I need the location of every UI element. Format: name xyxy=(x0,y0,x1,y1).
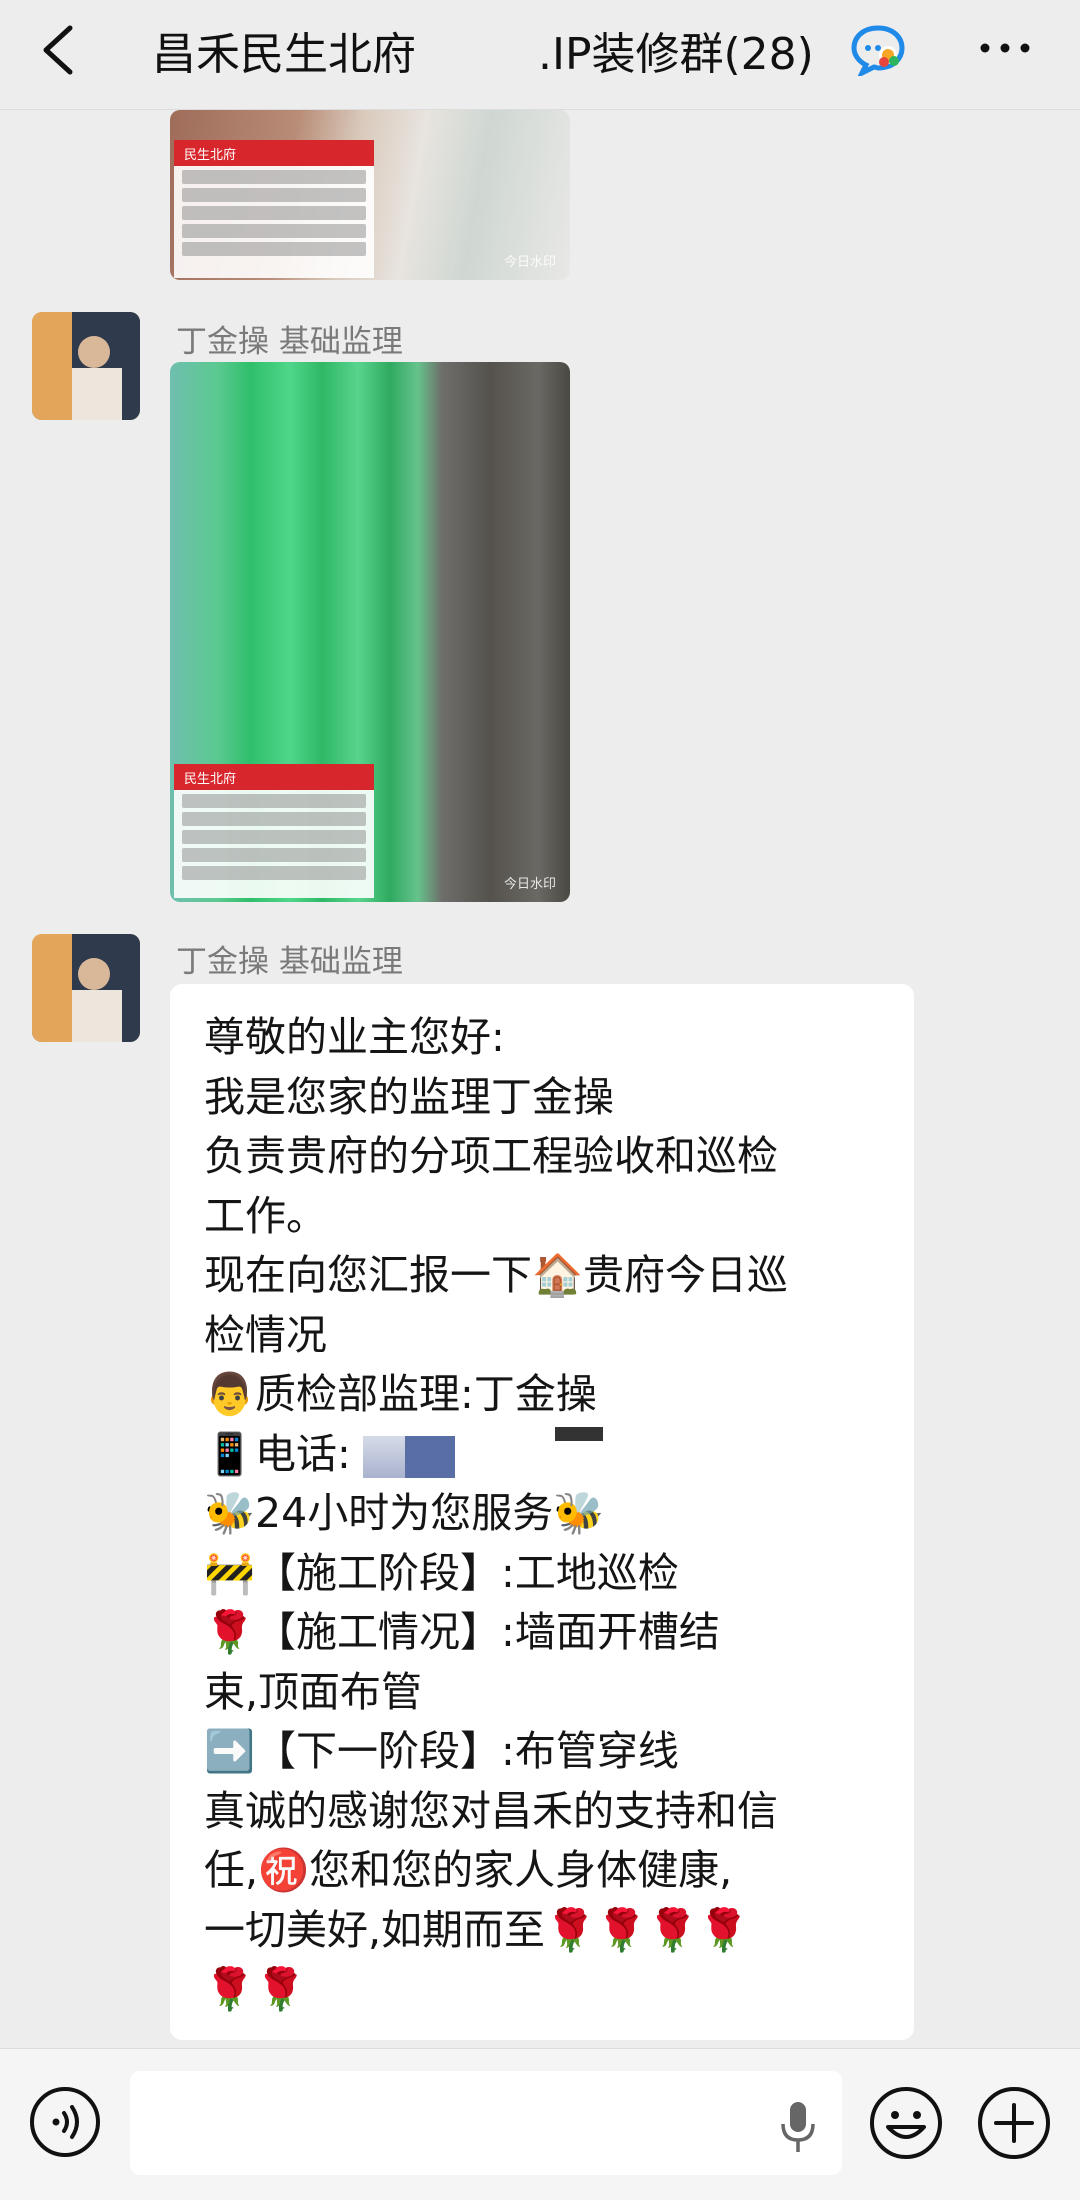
image-message[interactable]: 民生北府 今日水印 xyxy=(170,110,570,280)
text-message-bubble[interactable]: 尊敬的业主您好: 我是您家的监理丁金操 负责贵府的分项工程验收和巡检 工作。 现… xyxy=(170,984,914,2040)
chat-title: 昌禾民生北府 .IP装修群(28) xyxy=(152,20,902,80)
message-line: 👨质检部监理:丁金操 xyxy=(204,1370,597,1418)
redacted-area xyxy=(422,28,532,72)
image-watermark: 今日水印 xyxy=(503,255,556,270)
voice-input-icon[interactable] xyxy=(28,2085,102,2159)
chat-title-start: 昌禾民生北府 xyxy=(152,29,416,80)
chat-title-end: .IP装修群(28) xyxy=(538,29,814,80)
chevron-left-icon[interactable] xyxy=(36,20,82,80)
message-line: 🐝24小时为您服务🐝 xyxy=(204,1489,605,1537)
more-dots-icon[interactable] xyxy=(975,28,1035,68)
avatar[interactable] xyxy=(32,934,140,1042)
message-line: 📱电话: xyxy=(204,1429,351,1478)
message-line: 束,顶面布管 xyxy=(204,1667,423,1716)
chat-header: 昌禾民生北府 .IP装修群(28) xyxy=(0,0,1080,110)
message-line: 任,㊗️您和您的家人身体健康, xyxy=(204,1846,733,1894)
message-line: 检情况 xyxy=(204,1310,327,1359)
construction-label: 民生北府 xyxy=(174,140,374,278)
group-chat-badge-icon xyxy=(851,25,905,76)
message-line: 工作。 xyxy=(204,1191,327,1240)
construction-label: 民生北府 xyxy=(174,764,374,898)
image-message[interactable]: 民生北府 今日水印 xyxy=(170,362,570,902)
message-line: 尊敬的业主您好: xyxy=(204,1013,505,1061)
message-line: 🌹🌹 xyxy=(204,1965,307,2013)
microphone-icon[interactable] xyxy=(778,2100,818,2154)
phone-line: 📱电话: xyxy=(204,1425,880,1485)
message-line: 🌹【施工情况】:墙面开槽结 xyxy=(204,1608,720,1656)
input-bar xyxy=(0,2048,1080,2200)
redacted-area xyxy=(554,1426,603,1441)
avatar[interactable] xyxy=(32,312,140,420)
message-line: 我是您家的监理丁金操 xyxy=(204,1072,614,1121)
message-input[interactable] xyxy=(130,2071,842,2175)
avatar-image xyxy=(32,934,140,1042)
sender-name: 丁金操 基础监理 xyxy=(176,944,403,980)
avatar-image xyxy=(32,312,140,420)
message-line: 真诚的感谢您对昌禾的支持和信 xyxy=(204,1786,778,1835)
message-line: 一切美好,如期而至🌹🌹🌹🌹 xyxy=(204,1905,750,1954)
message-line: ➡️【下一阶段】:布管穿线 xyxy=(204,1727,679,1775)
message-line: 现在向您汇报一下🏠贵府今日巡 xyxy=(204,1251,789,1299)
message-line: 负责贵府的分项工程验收和巡检 xyxy=(204,1132,778,1180)
redacted-area xyxy=(404,1435,455,1478)
message-line: 🚧【施工阶段】:工地巡检 xyxy=(204,1548,679,1597)
emoji-icon[interactable] xyxy=(868,2085,944,2161)
sender-name: 丁金操 基础监理 xyxy=(176,324,403,360)
image-watermark: 今日水印 xyxy=(503,877,556,892)
plus-icon[interactable] xyxy=(976,2085,1052,2161)
redacted-area xyxy=(362,1435,405,1478)
